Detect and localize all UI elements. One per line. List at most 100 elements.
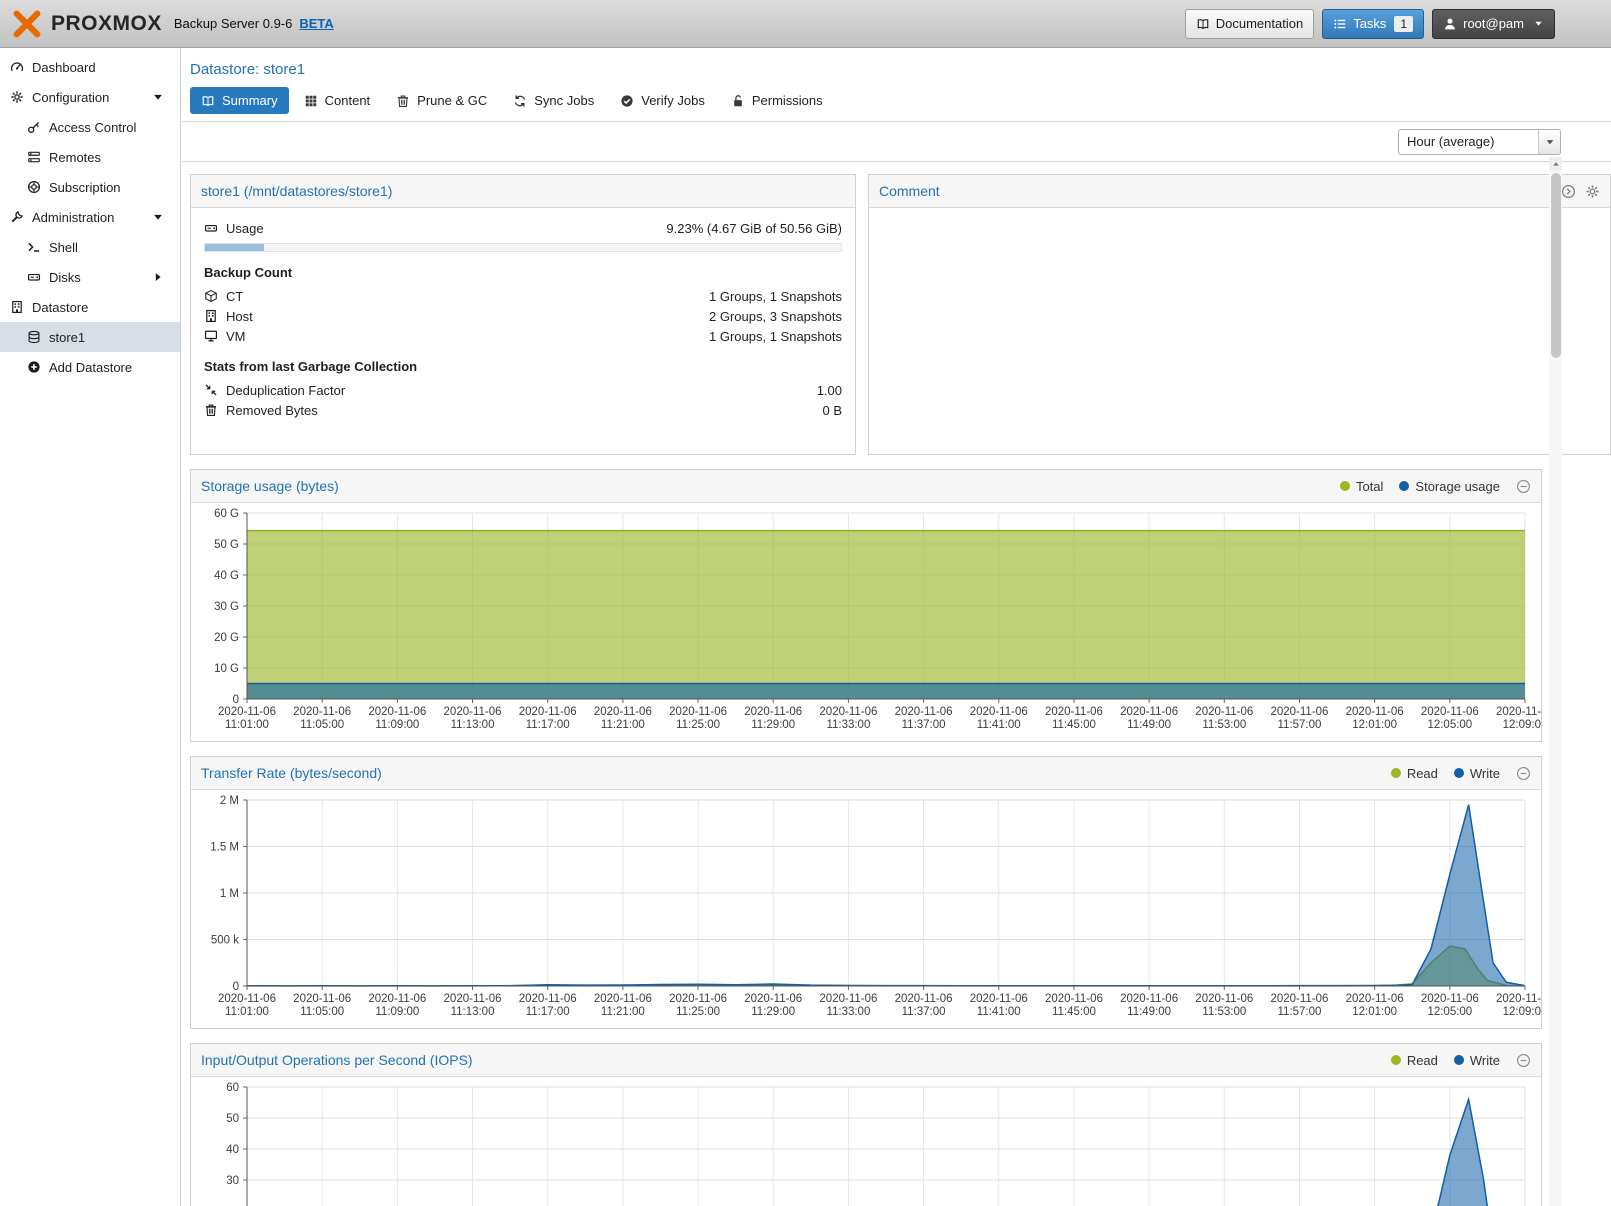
tab-label: Sync Jobs: [534, 93, 594, 108]
legend-dot: [1454, 768, 1464, 778]
sidebar-item-access-control[interactable]: Access Control: [0, 112, 180, 142]
svg-text:2020-11-0611:13:00: 2020-11-0611:13:00: [444, 993, 502, 1018]
tasks-button[interactable]: Tasks 1: [1322, 9, 1424, 39]
panels-area: store1 (/mnt/datastores/store1) Usage 9.…: [182, 162, 1611, 1206]
legend-read[interactable]: Read: [1391, 766, 1438, 781]
transfer-rate-chart-title: Transfer Rate (bytes/second): [201, 765, 382, 781]
building-icon: [204, 309, 218, 323]
iops-chart-title: Input/Output Operations per Second (IOPS…: [201, 1052, 473, 1068]
legend-dot: [1340, 481, 1350, 491]
main-content: Datastore: store1 Summary Content Prune & …: [182, 48, 1611, 1206]
svg-text:2020-11-0612:05:00: 2020-11-0612:05:00: [1421, 993, 1479, 1018]
svg-text:2020-11-0611:53:00: 2020-11-0611:53:00: [1195, 993, 1253, 1018]
stat-row: CT 1 Groups, 1 Snapshots: [204, 286, 842, 306]
legend-storage-usage[interactable]: Storage usage: [1399, 479, 1500, 494]
stat-label: CT: [226, 289, 243, 304]
caret-down-icon[interactable]: [151, 210, 165, 224]
sidebar-item-remotes[interactable]: Remotes: [0, 142, 180, 172]
transfer-rate-legend: Read Write: [1391, 766, 1500, 781]
caret-up-icon: [1551, 159, 1561, 169]
svg-text:2020-11-0612:05:00: 2020-11-0612:05:00: [1421, 706, 1479, 731]
legend-read[interactable]: Read: [1391, 1053, 1438, 1068]
caret-down-icon: [1533, 18, 1544, 29]
stat-value: 1 Groups, 1 Snapshots: [709, 289, 842, 304]
edit-comment-icon[interactable]: [1561, 184, 1576, 199]
sidebar-item-label: Administration: [32, 210, 114, 225]
tab-summary[interactable]: Summary: [190, 87, 289, 114]
tab-permissions[interactable]: Permissions: [720, 87, 834, 114]
collapse-panel-icon[interactable]: [1516, 1053, 1531, 1068]
backup-count-rows: CT 1 Groups, 1 Snapshots Host2 Groups, 3 S…: [204, 286, 842, 346]
tab-label: Prune & GC: [417, 93, 487, 108]
gc-heading: Stats from last Garbage Collection: [204, 359, 842, 374]
svg-text:2020-11-0611:57:00: 2020-11-0611:57:00: [1270, 706, 1328, 731]
svg-text:60 G: 60 G: [214, 508, 239, 520]
sidebar-item-disks[interactable]: Disks: [0, 262, 180, 292]
usage-label: Usage: [226, 221, 264, 236]
svg-text:2020-11-0612:09:00: 2020-11-0612:09:00: [1496, 706, 1541, 731]
legend-write[interactable]: Write: [1454, 1053, 1500, 1068]
sidebar-item-shell[interactable]: Shell: [0, 232, 180, 262]
wrench-icon: [10, 210, 24, 224]
tasks-icon: [1333, 17, 1347, 31]
user-menu-button[interactable]: root@pam: [1432, 9, 1555, 39]
sidebar-item-administration[interactable]: Administration: [0, 202, 180, 232]
sidebar-item-add-datastore[interactable]: Add Datastore: [0, 352, 180, 382]
tab-verify-jobs[interactable]: Verify Jobs: [609, 87, 716, 114]
caret-down-icon[interactable]: [151, 90, 165, 104]
gear-icon[interactable]: [1585, 184, 1600, 199]
documentation-button[interactable]: Documentation: [1185, 9, 1314, 39]
svg-text:2020-11-0611:53:00: 2020-11-0611:53:00: [1195, 706, 1253, 731]
tab-label: Content: [325, 93, 371, 108]
comment-panel-header: Comment: [869, 175, 1610, 208]
legend-label: Storage usage: [1415, 479, 1500, 494]
building-icon: [10, 300, 24, 314]
svg-text:2020-11-0612:09:00: 2020-11-0612:09:00: [1496, 993, 1541, 1018]
legend-label: Write: [1470, 1053, 1500, 1068]
legend-label: Read: [1407, 766, 1438, 781]
svg-text:2020-11-0611:45:00: 2020-11-0611:45:00: [1045, 993, 1103, 1018]
svg-text:2020-11-0611:45:00: 2020-11-0611:45:00: [1045, 706, 1103, 731]
svg-text:2020-11-0611:49:00: 2020-11-0611:49:00: [1120, 993, 1178, 1018]
vertical-scrollbar[interactable]: [1549, 157, 1562, 1206]
svg-text:2020-11-0611:05:00: 2020-11-0611:05:00: [293, 706, 351, 731]
page-title: Datastore: store1: [182, 48, 1611, 81]
sidebar-item-subscription[interactable]: Subscription: [0, 172, 180, 202]
tab-prune-gc[interactable]: Prune & GC: [385, 87, 498, 114]
hdd-icon: [204, 221, 218, 235]
dashboard-icon: [10, 60, 24, 74]
legend-write[interactable]: Write: [1454, 766, 1500, 781]
scrollbar-thumb[interactable]: [1551, 173, 1561, 358]
svg-text:2020-11-0611:09:00: 2020-11-0611:09:00: [368, 993, 426, 1018]
sidebar-item-configuration[interactable]: Configuration: [0, 82, 180, 112]
collapse-panel-icon[interactable]: [1516, 479, 1531, 494]
svg-text:2020-11-0611:21:00: 2020-11-0611:21:00: [594, 706, 652, 731]
transfer-rate-chart-panel: Transfer Rate (bytes/second) Read Write 2…: [190, 756, 1542, 1029]
stat-row: Host2 Groups, 3 Snapshots: [204, 306, 842, 326]
stat-row: Removed Bytes0 B: [204, 400, 842, 420]
beta-link[interactable]: BETA: [299, 16, 333, 31]
legend-total[interactable]: Total: [1340, 479, 1383, 494]
scroll-up-button[interactable]: [1549, 157, 1562, 171]
sidebar-item-label: Access Control: [49, 120, 136, 135]
svg-text:50: 50: [226, 1113, 239, 1125]
sidebar-item-dashboard[interactable]: Dashboard: [0, 52, 180, 82]
datastore-summary-header: store1 (/mnt/datastores/store1): [191, 175, 855, 208]
caret-right-icon[interactable]: [151, 270, 165, 284]
sidebar-item-store1[interactable]: store1: [0, 322, 180, 352]
sidebar-item-datastore[interactable]: Datastore: [0, 292, 180, 322]
collapse-panel-icon[interactable]: [1516, 766, 1531, 781]
tab-content[interactable]: Content: [293, 87, 382, 114]
sync-icon: [513, 94, 527, 108]
tab-bar: Summary Content Prune & GC Sync Jobs Verify …: [182, 81, 1611, 122]
timeframe-select[interactable]: Hour (average): [1398, 129, 1561, 155]
combo-trigger[interactable]: [1538, 130, 1560, 154]
tab-sync-jobs[interactable]: Sync Jobs: [502, 87, 605, 114]
gears-icon: [10, 90, 24, 104]
svg-text:1 M: 1 M: [220, 888, 239, 900]
check-circle-icon: [620, 94, 634, 108]
storage-usage-chart-title: Storage usage (bytes): [201, 478, 339, 494]
sidebar-item-label: Datastore: [32, 300, 88, 315]
stat-label: VM: [226, 329, 246, 344]
book-icon: [201, 94, 215, 108]
